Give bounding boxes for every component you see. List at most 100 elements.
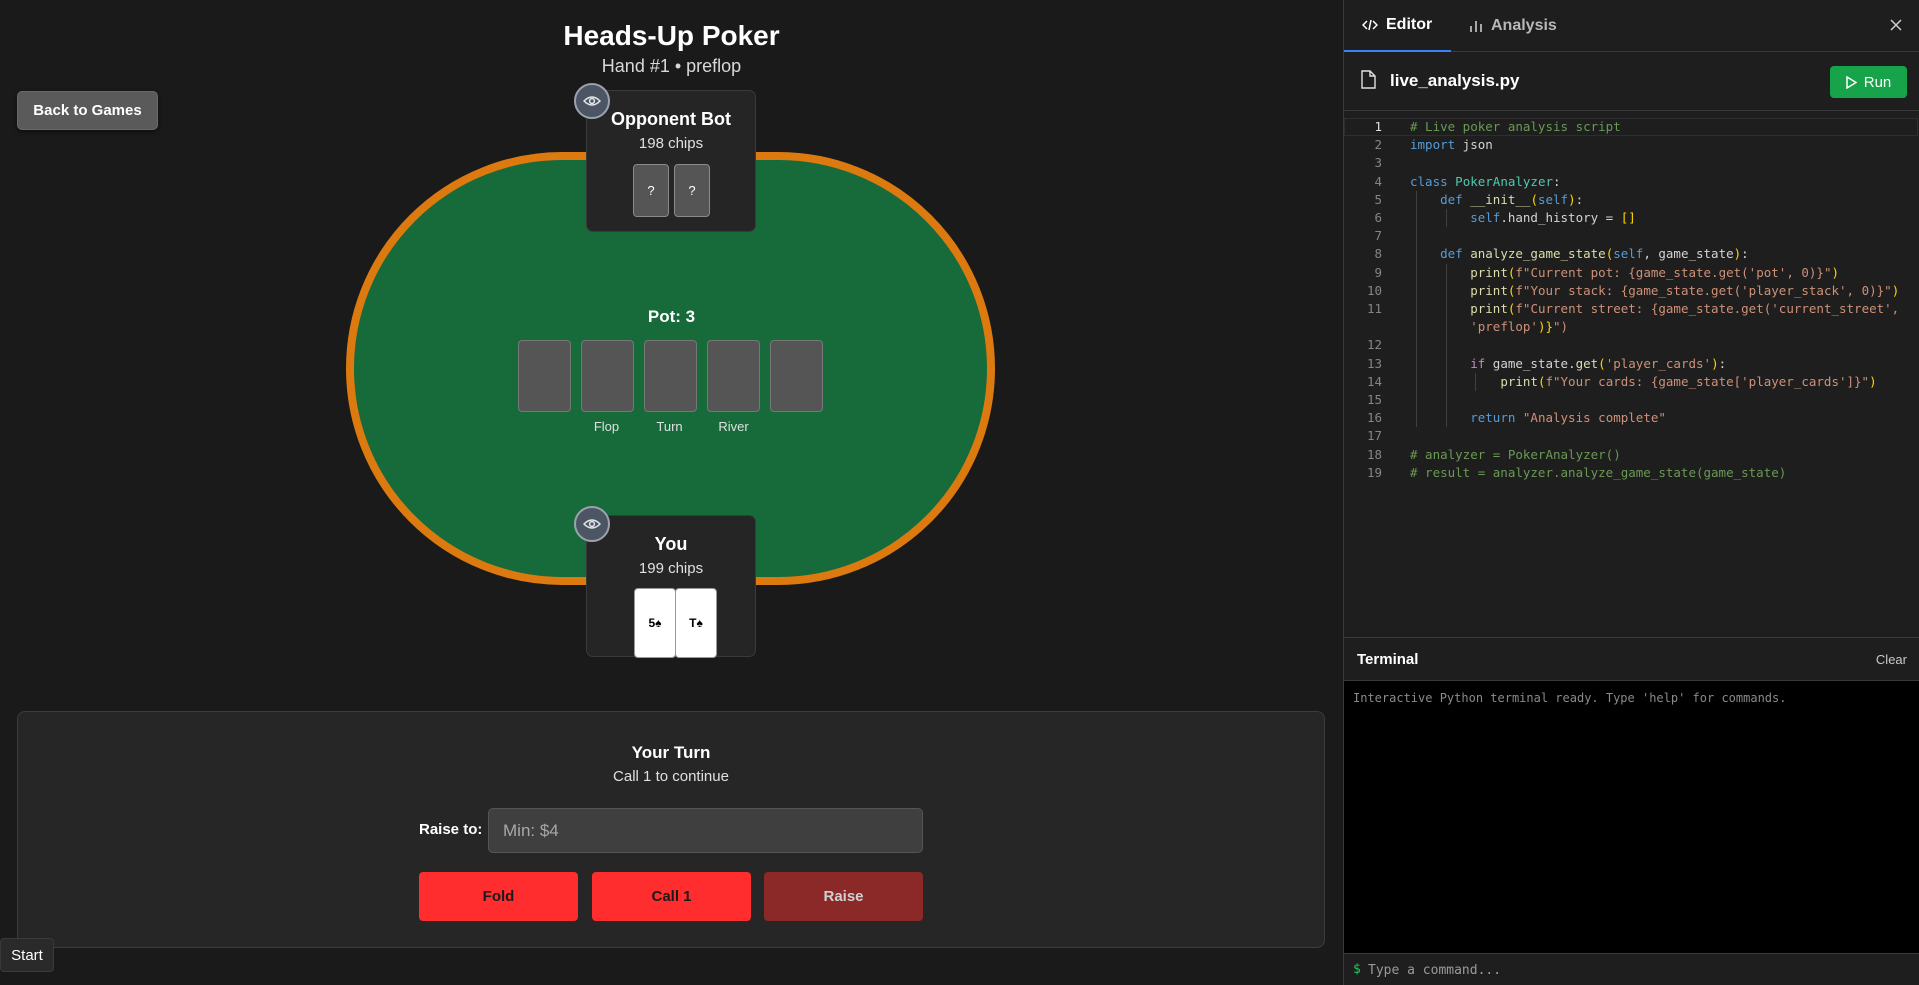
line-number: 6 bbox=[1374, 210, 1382, 225]
player-card: T♠ bbox=[675, 588, 717, 658]
call-button[interactable]: Call 1 bbox=[592, 872, 751, 921]
app-root: Heads-Up Poker Hand #1 • preflop Back to… bbox=[0, 0, 1919, 985]
tab-analysis-label: Analysis bbox=[1491, 17, 1557, 34]
fold-button[interactable]: Fold bbox=[419, 872, 578, 921]
code-line: 15 bbox=[1344, 391, 1919, 409]
code-line: 17 bbox=[1344, 427, 1919, 445]
prompt-symbol: $ bbox=[1353, 962, 1361, 977]
line-number: 7 bbox=[1374, 228, 1382, 244]
line-number: 5 bbox=[1374, 191, 1382, 207]
board-card-slot bbox=[770, 340, 823, 412]
code-line: 16 return "Analysis complete" bbox=[1344, 409, 1919, 427]
code-text: return "Analysis complete" bbox=[1470, 410, 1666, 426]
terminal-message: Interactive Python terminal ready. Type … bbox=[1353, 691, 1787, 705]
terminal-clear-button[interactable]: Clear bbox=[1876, 652, 1907, 667]
line-number: 17 bbox=[1366, 428, 1382, 444]
line-number: 11 bbox=[1366, 301, 1382, 316]
terminal-command-input[interactable] bbox=[1368, 958, 1908, 982]
code-line: 3 bbox=[1344, 154, 1919, 172]
run-button[interactable]: Run bbox=[1830, 66, 1907, 98]
start-button[interactable]: Start bbox=[0, 938, 54, 972]
board-card-slot bbox=[518, 340, 571, 412]
line-number: 18 bbox=[1366, 446, 1382, 462]
code-line: 19 # result = analyzer.analyze_game_state… bbox=[1344, 464, 1919, 482]
line-number: 1 bbox=[1374, 119, 1382, 134]
code-line: 1 # Live poker analysis script bbox=[1344, 118, 1919, 136]
code-text: # result = analyzer.analyze_game_state(g… bbox=[1410, 464, 1787, 480]
back-to-games-button[interactable]: Back to Games bbox=[17, 91, 158, 130]
indent-guide bbox=[1475, 372, 1476, 391]
code-text: print(f"Your stack: {game_state.get('pla… bbox=[1470, 282, 1900, 298]
code-line: 9 print(f"Current pot: {game_state.get('… bbox=[1344, 264, 1919, 282]
file-name: live_analysis.py bbox=[1390, 71, 1520, 90]
raise-label: Raise to: bbox=[419, 821, 483, 838]
code-text: def __init__(self): bbox=[1440, 191, 1584, 207]
terminal-header: Terminal Clear bbox=[1344, 637, 1919, 681]
hand-status: Hand #1 • preflop bbox=[601, 56, 742, 76]
code-text: print(f"Current pot: {game_state.get('po… bbox=[1470, 264, 1839, 280]
terminal-output: Interactive Python terminal ready. Type … bbox=[1344, 681, 1919, 953]
code-line: 'preflop')}") bbox=[1344, 318, 1919, 336]
code-text: # analyzer = PokerAnalyzer() bbox=[1410, 446, 1621, 462]
code-icon bbox=[1362, 19, 1378, 31]
opponent-name: Opponent Bot bbox=[611, 109, 731, 129]
board-card-slot bbox=[707, 340, 760, 412]
player-eye-icon[interactable] bbox=[574, 506, 610, 542]
code-text: print(f"Current street: {game_state.get(… bbox=[1470, 301, 1900, 316]
code-line: 12 bbox=[1344, 336, 1919, 354]
bar-chart-icon bbox=[1470, 21, 1482, 32]
code-line: 13 if game_state.get('player_cards'): bbox=[1344, 355, 1919, 373]
raise-amount-input[interactable] bbox=[488, 808, 923, 853]
side-panel: Editor Analysis live_analysis.py Run 1 # … bbox=[1343, 0, 1919, 985]
flop-label: Flop bbox=[593, 419, 620, 434]
run-label: Run bbox=[1863, 73, 1892, 91]
close-icon[interactable] bbox=[1886, 15, 1906, 35]
opponent-card: ? bbox=[633, 164, 669, 217]
line-number: 14 bbox=[1366, 373, 1382, 389]
player-chips: 199 chips bbox=[638, 560, 704, 577]
code-text: import json bbox=[1410, 137, 1493, 153]
code-text: class PokerAnalyzer: bbox=[1410, 173, 1561, 189]
indent-guide bbox=[1416, 190, 1417, 428]
turn-label: Turn bbox=[656, 419, 683, 434]
line-number: 19 bbox=[1366, 464, 1382, 480]
code-line: 6 self.hand_history = [] bbox=[1344, 209, 1919, 227]
pot-amount: Pot: 3 bbox=[647, 307, 696, 326]
river-label: River bbox=[718, 419, 749, 434]
line-number: 9 bbox=[1374, 264, 1382, 280]
code-text: self.hand_history = [] bbox=[1470, 210, 1636, 225]
terminal-title: Terminal bbox=[1357, 651, 1419, 668]
line-number: 13 bbox=[1366, 355, 1382, 371]
code-text: # Live poker analysis script bbox=[1410, 119, 1621, 134]
code-line: 8 def analyze_game_state(self, game_stat… bbox=[1344, 245, 1919, 263]
line-number: 3 bbox=[1374, 155, 1382, 171]
player-card: 5♠ bbox=[634, 588, 676, 658]
indent-guide bbox=[1446, 209, 1447, 228]
turn-subtitle: Call 1 to continue bbox=[613, 768, 729, 785]
code-line: 7 bbox=[1344, 227, 1919, 245]
opponent-chips: 198 chips bbox=[638, 135, 704, 152]
player-name: You bbox=[654, 534, 688, 554]
code-editor[interactable]: 1 # Live poker analysis script 2 import jso… bbox=[1344, 112, 1919, 637]
line-number: 12 bbox=[1366, 337, 1382, 353]
tab-analysis[interactable]: Analysis bbox=[1451, 0, 1575, 52]
raise-button[interactable]: Raise bbox=[764, 872, 923, 921]
tab-editor[interactable]: Editor bbox=[1344, 0, 1451, 52]
code-line: 14 print(f"Your cards: {game_state['play… bbox=[1344, 373, 1919, 391]
code-text: if game_state.get('player_cards'): bbox=[1470, 355, 1727, 371]
code-line: 5 def __init__(self): bbox=[1344, 191, 1919, 209]
code-text: def analyze_game_state(self, game_state)… bbox=[1440, 246, 1749, 262]
tab-editor-label: Editor bbox=[1386, 16, 1433, 33]
code-line: 18 # analyzer = PokerAnalyzer() bbox=[1344, 446, 1919, 464]
play-icon bbox=[1845, 75, 1857, 89]
board-card-slot bbox=[581, 340, 634, 412]
indent-guide bbox=[1446, 263, 1447, 428]
opponent-eye-icon[interactable] bbox=[574, 83, 610, 119]
code-line: 4 class PokerAnalyzer: bbox=[1344, 173, 1919, 191]
code-line: 10 print(f"Your stack: {game_state.get('… bbox=[1344, 282, 1919, 300]
line-number: 8 bbox=[1374, 246, 1382, 262]
line-number: 2 bbox=[1374, 137, 1382, 153]
line-number: 15 bbox=[1366, 392, 1382, 407]
terminal-prompt-row: $ bbox=[1344, 953, 1919, 985]
line-number: 16 bbox=[1366, 410, 1382, 426]
